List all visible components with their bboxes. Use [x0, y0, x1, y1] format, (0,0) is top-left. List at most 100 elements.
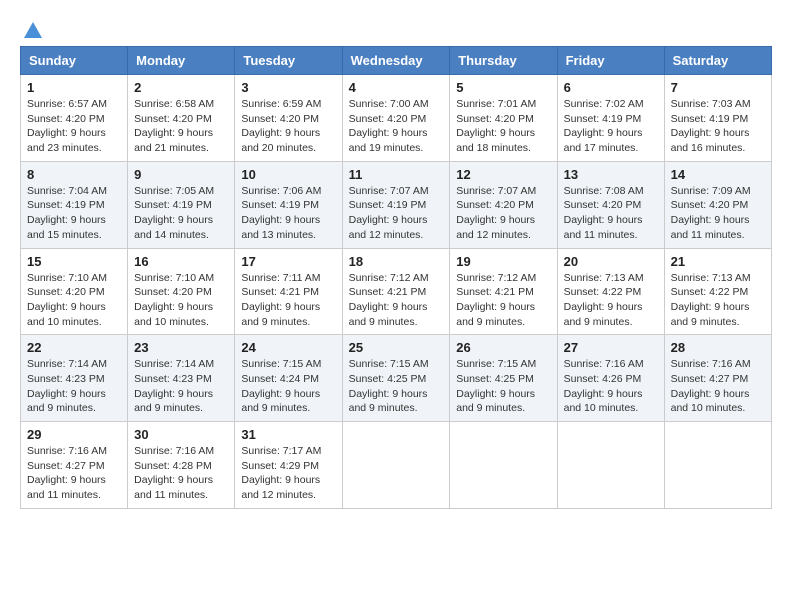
day-info: Sunrise: 6:58 AM Sunset: 4:20 PM Dayligh… [134, 97, 228, 156]
day-info: Sunrise: 7:05 AM Sunset: 4:19 PM Dayligh… [134, 184, 228, 243]
logo-icon [22, 20, 44, 40]
calendar-cell: 11 Sunrise: 7:07 AM Sunset: 4:19 PM Dayl… [342, 161, 450, 248]
calendar-cell: 9 Sunrise: 7:05 AM Sunset: 4:19 PM Dayli… [128, 161, 235, 248]
calendar-header-wednesday: Wednesday [342, 47, 450, 75]
calendar-cell: 14 Sunrise: 7:09 AM Sunset: 4:20 PM Dayl… [664, 161, 771, 248]
calendar-week-row: 29 Sunrise: 7:16 AM Sunset: 4:27 PM Dayl… [21, 422, 772, 509]
day-info: Sunrise: 7:14 AM Sunset: 4:23 PM Dayligh… [134, 357, 228, 416]
calendar-cell: 29 Sunrise: 7:16 AM Sunset: 4:27 PM Dayl… [21, 422, 128, 509]
calendar-cell: 17 Sunrise: 7:11 AM Sunset: 4:21 PM Dayl… [235, 248, 342, 335]
calendar-cell [450, 422, 557, 509]
day-number: 8 [27, 167, 121, 182]
day-number: 19 [456, 254, 550, 269]
calendar-cell: 1 Sunrise: 6:57 AM Sunset: 4:20 PM Dayli… [21, 75, 128, 162]
day-number: 17 [241, 254, 335, 269]
calendar-cell: 28 Sunrise: 7:16 AM Sunset: 4:27 PM Dayl… [664, 335, 771, 422]
calendar-cell: 31 Sunrise: 7:17 AM Sunset: 4:29 PM Dayl… [235, 422, 342, 509]
calendar-cell: 8 Sunrise: 7:04 AM Sunset: 4:19 PM Dayli… [21, 161, 128, 248]
calendar-cell: 10 Sunrise: 7:06 AM Sunset: 4:19 PM Dayl… [235, 161, 342, 248]
day-number: 30 [134, 427, 228, 442]
calendar-cell: 5 Sunrise: 7:01 AM Sunset: 4:20 PM Dayli… [450, 75, 557, 162]
day-number: 21 [671, 254, 765, 269]
day-number: 20 [564, 254, 658, 269]
calendar-table: SundayMondayTuesdayWednesdayThursdayFrid… [20, 46, 772, 509]
day-number: 4 [349, 80, 444, 95]
calendar-cell: 26 Sunrise: 7:15 AM Sunset: 4:25 PM Dayl… [450, 335, 557, 422]
day-number: 12 [456, 167, 550, 182]
calendar-header-friday: Friday [557, 47, 664, 75]
day-number: 14 [671, 167, 765, 182]
calendar-cell: 24 Sunrise: 7:15 AM Sunset: 4:24 PM Dayl… [235, 335, 342, 422]
day-number: 18 [349, 254, 444, 269]
day-info: Sunrise: 7:04 AM Sunset: 4:19 PM Dayligh… [27, 184, 121, 243]
day-number: 28 [671, 340, 765, 355]
day-number: 3 [241, 80, 335, 95]
day-info: Sunrise: 7:15 AM Sunset: 4:25 PM Dayligh… [456, 357, 550, 416]
calendar-header-monday: Monday [128, 47, 235, 75]
day-info: Sunrise: 7:11 AM Sunset: 4:21 PM Dayligh… [241, 271, 335, 330]
day-number: 6 [564, 80, 658, 95]
day-number: 16 [134, 254, 228, 269]
day-number: 26 [456, 340, 550, 355]
calendar-header-saturday: Saturday [664, 47, 771, 75]
calendar-header-row: SundayMondayTuesdayWednesdayThursdayFrid… [21, 47, 772, 75]
page-header [20, 20, 772, 36]
day-info: Sunrise: 7:02 AM Sunset: 4:19 PM Dayligh… [564, 97, 658, 156]
calendar-cell [342, 422, 450, 509]
day-info: Sunrise: 7:16 AM Sunset: 4:28 PM Dayligh… [134, 444, 228, 503]
day-number: 25 [349, 340, 444, 355]
day-info: Sunrise: 7:14 AM Sunset: 4:23 PM Dayligh… [27, 357, 121, 416]
logo [20, 20, 44, 36]
day-info: Sunrise: 7:08 AM Sunset: 4:20 PM Dayligh… [564, 184, 658, 243]
calendar-week-row: 22 Sunrise: 7:14 AM Sunset: 4:23 PM Dayl… [21, 335, 772, 422]
day-info: Sunrise: 7:10 AM Sunset: 4:20 PM Dayligh… [134, 271, 228, 330]
day-info: Sunrise: 6:57 AM Sunset: 4:20 PM Dayligh… [27, 97, 121, 156]
day-number: 13 [564, 167, 658, 182]
day-info: Sunrise: 7:09 AM Sunset: 4:20 PM Dayligh… [671, 184, 765, 243]
day-number: 1 [27, 80, 121, 95]
day-info: Sunrise: 7:07 AM Sunset: 4:19 PM Dayligh… [349, 184, 444, 243]
day-number: 23 [134, 340, 228, 355]
calendar-cell: 15 Sunrise: 7:10 AM Sunset: 4:20 PM Dayl… [21, 248, 128, 335]
calendar-week-row: 8 Sunrise: 7:04 AM Sunset: 4:19 PM Dayli… [21, 161, 772, 248]
calendar-cell [557, 422, 664, 509]
day-info: Sunrise: 7:12 AM Sunset: 4:21 PM Dayligh… [456, 271, 550, 330]
calendar-body: 1 Sunrise: 6:57 AM Sunset: 4:20 PM Dayli… [21, 75, 772, 509]
day-number: 22 [27, 340, 121, 355]
calendar-header-tuesday: Tuesday [235, 47, 342, 75]
calendar-cell: 23 Sunrise: 7:14 AM Sunset: 4:23 PM Dayl… [128, 335, 235, 422]
day-info: Sunrise: 7:13 AM Sunset: 4:22 PM Dayligh… [671, 271, 765, 330]
day-number: 29 [27, 427, 121, 442]
day-info: Sunrise: 7:01 AM Sunset: 4:20 PM Dayligh… [456, 97, 550, 156]
calendar-cell: 7 Sunrise: 7:03 AM Sunset: 4:19 PM Dayli… [664, 75, 771, 162]
calendar-cell: 12 Sunrise: 7:07 AM Sunset: 4:20 PM Dayl… [450, 161, 557, 248]
day-number: 7 [671, 80, 765, 95]
day-info: Sunrise: 7:15 AM Sunset: 4:24 PM Dayligh… [241, 357, 335, 416]
calendar-cell: 16 Sunrise: 7:10 AM Sunset: 4:20 PM Dayl… [128, 248, 235, 335]
calendar-week-row: 15 Sunrise: 7:10 AM Sunset: 4:20 PM Dayl… [21, 248, 772, 335]
day-number: 24 [241, 340, 335, 355]
day-info: Sunrise: 7:07 AM Sunset: 4:20 PM Dayligh… [456, 184, 550, 243]
day-number: 10 [241, 167, 335, 182]
day-number: 9 [134, 167, 228, 182]
day-info: Sunrise: 6:59 AM Sunset: 4:20 PM Dayligh… [241, 97, 335, 156]
day-info: Sunrise: 7:16 AM Sunset: 4:26 PM Dayligh… [564, 357, 658, 416]
calendar-week-row: 1 Sunrise: 6:57 AM Sunset: 4:20 PM Dayli… [21, 75, 772, 162]
day-number: 31 [241, 427, 335, 442]
day-number: 27 [564, 340, 658, 355]
calendar-cell: 21 Sunrise: 7:13 AM Sunset: 4:22 PM Dayl… [664, 248, 771, 335]
calendar-cell: 27 Sunrise: 7:16 AM Sunset: 4:26 PM Dayl… [557, 335, 664, 422]
calendar-header-sunday: Sunday [21, 47, 128, 75]
calendar-cell: 18 Sunrise: 7:12 AM Sunset: 4:21 PM Dayl… [342, 248, 450, 335]
day-info: Sunrise: 7:16 AM Sunset: 4:27 PM Dayligh… [671, 357, 765, 416]
calendar-cell: 4 Sunrise: 7:00 AM Sunset: 4:20 PM Dayli… [342, 75, 450, 162]
calendar-cell: 6 Sunrise: 7:02 AM Sunset: 4:19 PM Dayli… [557, 75, 664, 162]
calendar-header-thursday: Thursday [450, 47, 557, 75]
calendar-cell: 25 Sunrise: 7:15 AM Sunset: 4:25 PM Dayl… [342, 335, 450, 422]
calendar-cell: 30 Sunrise: 7:16 AM Sunset: 4:28 PM Dayl… [128, 422, 235, 509]
day-number: 15 [27, 254, 121, 269]
day-number: 2 [134, 80, 228, 95]
day-info: Sunrise: 7:03 AM Sunset: 4:19 PM Dayligh… [671, 97, 765, 156]
calendar-cell: 20 Sunrise: 7:13 AM Sunset: 4:22 PM Dayl… [557, 248, 664, 335]
day-number: 5 [456, 80, 550, 95]
